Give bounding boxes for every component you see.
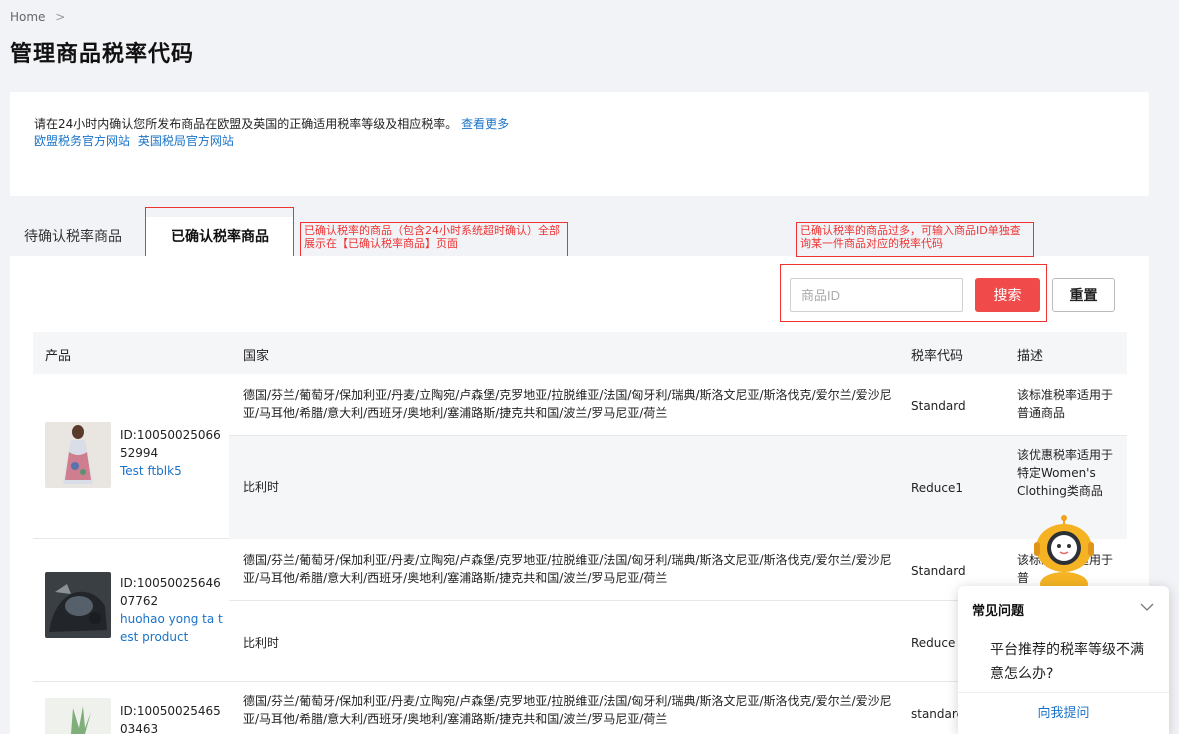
ask-me-link[interactable]: 向我提问 xyxy=(958,702,1169,721)
notice-line-1: 请在24小时内确认您所发布商品在欧盟及英国的正确适用税率等级及相应税率。 查看更… xyxy=(34,116,1125,133)
tax-code: standard xyxy=(911,707,965,721)
robot-assistant-icon[interactable] xyxy=(1030,514,1098,592)
product-thumbnail xyxy=(45,698,111,734)
breadcrumb: Home > xyxy=(10,10,65,24)
table-header: 产品 国家 税率代码 描述 xyxy=(33,332,1127,374)
tax-code: Standard xyxy=(911,564,966,578)
eu-tax-site-link[interactable]: 欧盟税务官方网站 xyxy=(34,134,130,148)
search-annotation: 已确认税率的商品过多，可输入商品ID单独查询某一件商品对应的税率代码 xyxy=(796,222,1034,257)
header-tax-code: 税率代码 xyxy=(911,349,964,364)
product-thumbnail xyxy=(45,422,111,488)
country-list: 德国/芬兰/葡萄牙/保加利亚/丹麦/立陶宛/卢森堡/克罗地亚/拉脱维亚/法国/匈… xyxy=(243,553,892,585)
tab-annotation: 已确认税率的商品（包含24小时系统超时确认）全部展示在【已确认税率商品】页面 xyxy=(300,222,568,257)
country-list: 德国/芬兰/葡萄牙/保加利亚/丹麦/立陶宛/卢森堡/克罗地亚/拉脱维亚/法国/匈… xyxy=(243,694,892,726)
product-id: ID:1005002546503463 xyxy=(120,704,221,734)
notice-card: 请在24小时内确认您所发布商品在欧盟及英国的正确适用税率等级及相应税率。 查看更… xyxy=(10,92,1149,196)
tax-code: Reduce1 xyxy=(911,481,964,495)
notice-text: 请在24小时内确认您所发布商品在欧盟及英国的正确适用税率等级及相应税率。 xyxy=(34,117,458,131)
faq-title: 常见问题 xyxy=(972,604,1025,619)
header-country: 国家 xyxy=(243,349,270,364)
product-name-link[interactable]: huohao yong ta test product xyxy=(120,610,228,646)
product-name-link[interactable]: Test ftblk5 xyxy=(120,462,228,480)
product-info: ID:1005002546503463 xyxy=(120,702,228,734)
reset-button[interactable]: 重置 xyxy=(1052,278,1115,312)
tax-code: Reduce xyxy=(911,636,956,650)
product-id: ID:1005002506652994 xyxy=(120,428,221,460)
chevron-down-icon[interactable] xyxy=(1139,602,1155,612)
tax-code: Standard xyxy=(911,399,966,413)
search-button[interactable]: 搜索 xyxy=(975,278,1040,312)
faq-popup: 常见问题 平台推荐的税率等级不满意怎么办? 向我提问 xyxy=(958,586,1169,734)
tab-pending-rate[interactable]: 待确认税率商品 xyxy=(10,217,136,257)
product-id: ID:1005002564607762 xyxy=(120,576,221,608)
learn-more-link[interactable]: 查看更多 xyxy=(461,117,509,131)
tax-subrow: 德国/芬兰/葡萄牙/保加利亚/丹麦/立陶宛/卢森堡/克罗地亚/拉脱维亚/法国/匈… xyxy=(229,374,1127,436)
country-list: 比利时 xyxy=(243,480,280,494)
uk-tax-site-link[interactable]: 英国税局官方网站 xyxy=(138,134,234,148)
product-info: ID:1005002506652994 Test ftblk5 xyxy=(120,426,228,480)
tax-description: 该标准税率适用于普通商品 xyxy=(1017,388,1114,420)
breadcrumb-separator: > xyxy=(55,10,66,24)
country-list: 比利时 xyxy=(243,636,280,650)
tax-description: 该优惠税率适用于特定Women's Clothing类商品 xyxy=(1017,448,1114,498)
page-title: 管理商品税率代码 xyxy=(10,42,195,67)
product-info: ID:1005002564607762 huohao yong ta test … xyxy=(120,574,228,646)
table-row: ID:1005002506652994 Test ftblk5 德国/芬兰/葡萄… xyxy=(33,374,1127,539)
faq-question[interactable]: 平台推荐的税率等级不满意怎么办? xyxy=(990,638,1150,686)
breadcrumb-home-link[interactable]: Home xyxy=(10,10,45,24)
product-thumbnail xyxy=(45,572,111,638)
header-product: 产品 xyxy=(45,349,72,364)
header-description: 描述 xyxy=(1017,349,1044,364)
tax-subrow: 比利时 Reduce1 该优惠税率适用于特定Women's Clothing类商… xyxy=(229,436,1127,539)
country-list: 德国/芬兰/葡萄牙/保加利亚/丹麦/立陶宛/卢森堡/克罗地亚/拉脱维亚/法国/匈… xyxy=(243,388,892,420)
product-id-search-input[interactable] xyxy=(790,278,963,312)
divider xyxy=(958,692,1169,693)
notice-line-2: 欧盟税务官方网站 英国税局官方网站 xyxy=(34,133,1125,150)
